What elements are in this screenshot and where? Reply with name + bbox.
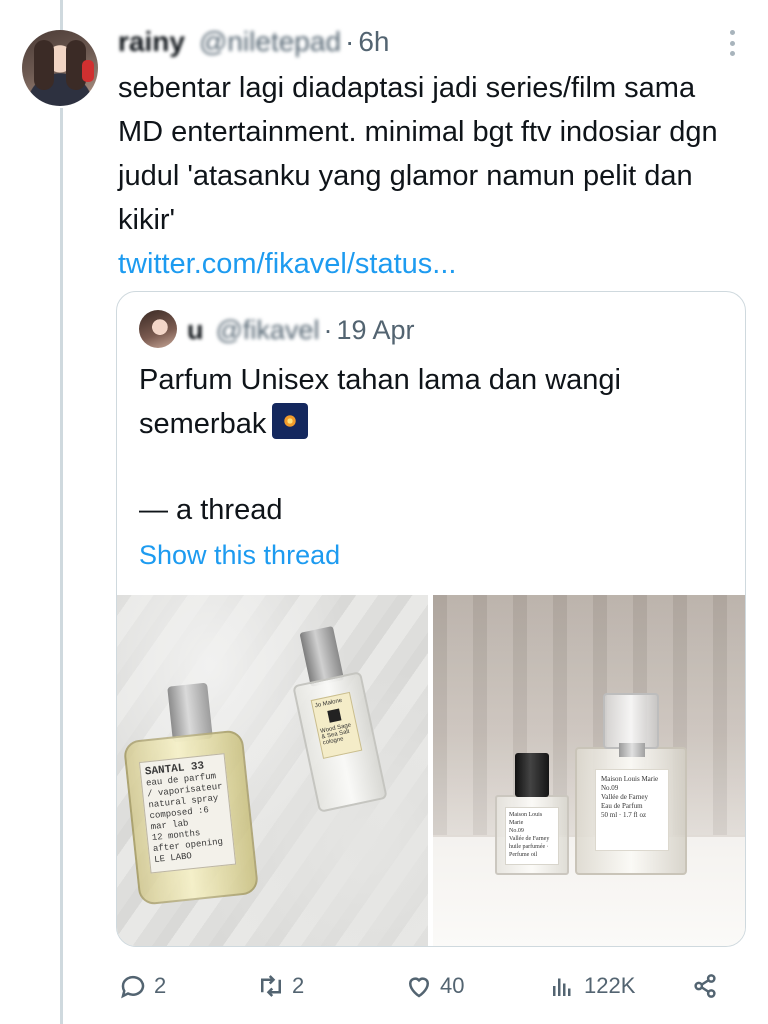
reply-icon — [121, 975, 145, 999]
tweet-link[interactable]: twitter.com/fikavel/status... — [118, 242, 738, 286]
quoted-header: u @fikavel · 19 Apr — [187, 312, 415, 348]
fireworks-emoji-icon — [272, 403, 309, 439]
eau-de-parfum-bottle: Maison Louis Marie No.09 Vallée de Farne… — [575, 693, 687, 875]
big-label-line: No.09 — [601, 784, 619, 792]
small-label-line: Maison Louis Marie — [509, 812, 543, 826]
tweet-header: rainy @niletepad · 6h — [118, 22, 390, 62]
thread-label: — a thread — [139, 494, 283, 526]
jomalone-brand: Jo Malone — [314, 697, 343, 710]
thread-line — [60, 108, 63, 1024]
quoted-tweet[interactable]: u @fikavel · 19 Apr Parfum Unisex tahan … — [116, 291, 746, 947]
big-label-line: Vallée de Farney — [601, 793, 649, 801]
separator-dot: · — [345, 26, 355, 57]
share-icon — [694, 974, 716, 998]
retweet-icon — [261, 975, 281, 997]
small-label-line: Vallée de Farney — [509, 836, 550, 842]
big-label-line: Eau de Parfum — [601, 802, 643, 810]
show-thread-link[interactable]: Show this thread — [139, 540, 340, 571]
reply-count: 2 — [154, 973, 167, 998]
retweet-button[interactable]: 2 — [256, 966, 304, 1006]
quoted-author-handle: @fikavel — [215, 314, 320, 345]
small-label-line: huile parfumée · Perfume oil — [509, 844, 549, 858]
big-label-line: 50 ml · 1.7 fl oz — [601, 811, 647, 819]
big-label-line: Maison Louis Marie — [601, 775, 659, 783]
view-count: 122K — [584, 973, 636, 998]
heart-icon — [408, 977, 430, 998]
views-chart-icon — [553, 978, 571, 996]
quoted-date: 19 Apr — [336, 314, 415, 345]
author-handle[interactable]: @niletepad — [199, 26, 341, 58]
author-name[interactable]: rainy — [118, 26, 185, 58]
quoted-text-block: Parfum Unisex tahan lama dan wangi semer… — [139, 358, 729, 446]
views-button[interactable]: 122K — [548, 966, 635, 1006]
jo-malone-bottle: Jo Malone Wood Sage & Sea Salt cologne — [292, 625, 388, 813]
share-button[interactable] — [690, 966, 726, 1006]
quoted-avatar[interactable] — [139, 310, 177, 348]
santal-33-bottle: SANTAL 33 eau de parfum / vaporisateur n… — [122, 682, 260, 906]
tweet-text: sebentar lagi diadaptasi jadi series/fil… — [118, 72, 718, 236]
reply-button[interactable]: 2 — [118, 966, 166, 1006]
tweet-time[interactable]: 6h — [358, 26, 389, 58]
like-button[interactable]: 40 — [404, 966, 464, 1006]
quoted-author-name: u — [187, 314, 204, 345]
more-options-icon[interactable] — [722, 28, 742, 58]
perfume-oil-bottle: Maison Louis Marie No.09 Vallée de Farne… — [495, 753, 569, 875]
tweet-actions: 2 2 40 122K — [118, 966, 738, 1006]
small-label-line: No.09 — [509, 828, 524, 834]
retweet-count: 2 — [292, 973, 305, 998]
separator-dot: · — [323, 314, 333, 345]
perfume-photo-right[interactable]: Maison Louis Marie No.09 Vallée de Farne… — [433, 595, 745, 946]
perfume-photo-left[interactable]: Jo Malone Wood Sage & Sea Salt cologne S… — [117, 595, 428, 946]
quoted-text: Parfum Unisex tahan lama dan wangi semer… — [139, 364, 621, 440]
like-count: 40 — [440, 973, 465, 998]
tweet-body: sebentar lagi diadaptasi jadi series/fil… — [118, 66, 738, 286]
avatar[interactable] — [22, 30, 98, 106]
